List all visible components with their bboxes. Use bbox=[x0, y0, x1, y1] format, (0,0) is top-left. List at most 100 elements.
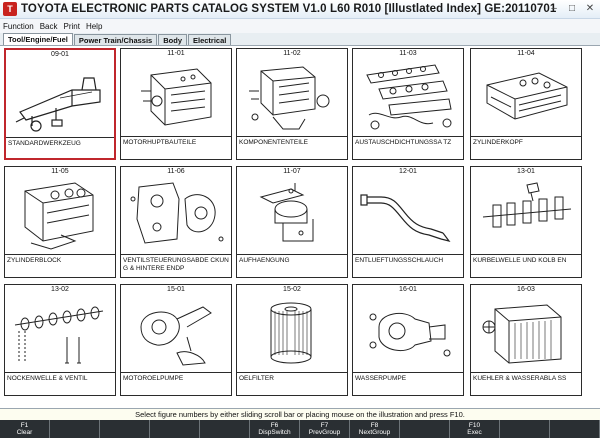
water-pump-icon[interactable] bbox=[359, 297, 457, 371]
menu-function[interactable]: Function bbox=[0, 22, 37, 31]
figure-code: 11-05 bbox=[51, 168, 69, 175]
function-key-label: DispSwitch bbox=[258, 429, 291, 436]
tab-strip: Tool/Engine/Fuel Power Train/Chassis Bod… bbox=[0, 33, 600, 46]
app-icon: T bbox=[3, 2, 17, 16]
oil-filter-icon[interactable] bbox=[243, 297, 341, 371]
function-key[interactable] bbox=[200, 420, 250, 438]
function-key[interactable]: F1 Clear bbox=[0, 420, 50, 438]
figure-code: 11-06 bbox=[167, 168, 185, 175]
function-key-code: F10 bbox=[468, 422, 481, 429]
figure-code: 11-03 bbox=[399, 50, 417, 57]
illustration-card[interactable]: 16-01 WASSERPUMPE bbox=[352, 284, 464, 396]
figure-label: OELFILTER bbox=[237, 372, 347, 383]
function-key[interactable] bbox=[400, 420, 450, 438]
camshaft-icon[interactable] bbox=[11, 297, 109, 371]
timing-cover-icon[interactable] bbox=[127, 179, 225, 253]
function-key[interactable]: F10 Exec bbox=[450, 420, 500, 438]
gasket-set-icon[interactable] bbox=[359, 61, 457, 135]
illustration-card[interactable]: 09-01 STANDARDWERKZEUG bbox=[4, 48, 116, 160]
figure-label: AUSTAUSCHDICHTUNGSSA TZ bbox=[353, 136, 463, 147]
figure-label: VENTILSTEUERUNGSABDE CKUNG & HINTERE END… bbox=[121, 254, 231, 273]
figure-code: 11-07 bbox=[283, 168, 301, 175]
figure-label: KURBELWELLE UND KOLB EN bbox=[471, 254, 581, 265]
illustration-card[interactable]: 11-03 AUSTAUSCHDICHTUNGSSA TZ bbox=[352, 48, 464, 160]
figure-label: MOTORHUPTBAUTEILE bbox=[121, 136, 231, 147]
function-key[interactable] bbox=[150, 420, 200, 438]
illustration-card[interactable]: 11-06 VENTILSTEUERUNGSABDE CKUNG & HINTER… bbox=[120, 166, 232, 278]
illustration-card[interactable]: 13-01 KURBELWELLE UND KOLB EN bbox=[470, 166, 582, 278]
radiator-icon[interactable] bbox=[477, 297, 575, 371]
function-key[interactable]: F7 PrevGroup bbox=[300, 420, 350, 438]
tab-tool-engine-fuel[interactable]: Tool/Engine/Fuel bbox=[3, 33, 73, 45]
function-key-code: F7 bbox=[320, 422, 329, 429]
function-key[interactable] bbox=[50, 420, 100, 438]
cylinder-block-icon[interactable] bbox=[11, 179, 109, 253]
function-key[interactable] bbox=[500, 420, 550, 438]
oil-pump-icon[interactable] bbox=[127, 297, 225, 371]
figure-code: 13-02 bbox=[51, 286, 69, 293]
figure-label: STANDARDWERKZEUG bbox=[6, 137, 114, 148]
figure-code: 11-04 bbox=[517, 50, 535, 57]
illustration-card[interactable]: 11-01 MOTORHUPTBAUTEILE bbox=[120, 48, 232, 160]
figure-code: 16-03 bbox=[517, 286, 535, 293]
figure-code: 15-01 bbox=[167, 286, 185, 293]
menu-help[interactable]: Help bbox=[83, 22, 105, 31]
illustration-card[interactable]: 15-02 OELFILTER bbox=[236, 284, 348, 396]
tab-body[interactable]: Body bbox=[158, 34, 187, 45]
illustration-card[interactable]: 12-01 ENTLUEFTUNGSSCHLAUCH bbox=[352, 166, 464, 278]
figure-label: ENTLUEFTUNGSSCHLAUCH bbox=[353, 254, 463, 265]
function-key-label: Exec bbox=[467, 429, 482, 436]
figure-label: KOMPONENTENTEILE bbox=[237, 136, 347, 147]
cylinder-head-icon[interactable] bbox=[477, 61, 575, 135]
illustration-card[interactable]: 13-02 NOCKENWELLE & VENTIL bbox=[4, 284, 116, 396]
function-key-label: NextGroup bbox=[358, 429, 391, 436]
function-key-bar: F1 Clear F6 DispSwitch F7 PrevGroup F8 NextGrou… bbox=[0, 420, 600, 438]
figure-code: 13-01 bbox=[517, 168, 535, 175]
illustration-card[interactable]: 11-05 ZYLINDERBLOCK bbox=[4, 166, 116, 278]
jack-icon[interactable] bbox=[12, 62, 110, 136]
window-controls: – □ ✕ bbox=[546, 2, 598, 16]
crankshaft-icon[interactable] bbox=[477, 179, 575, 253]
illustration-grid: 09-01 STANDARDWERKZEUG 11-01 MOTORHUPTBAUTE… bbox=[0, 46, 600, 408]
menu-print[interactable]: Print bbox=[60, 22, 82, 31]
function-key[interactable] bbox=[550, 420, 600, 438]
close-icon[interactable]: ✕ bbox=[582, 2, 598, 16]
title-bar: T TOYOTA ELECTRONIC PARTS CATALOG SYSTEM… bbox=[0, 0, 600, 19]
figure-label: NOCKENWELLE & VENTIL bbox=[5, 372, 115, 383]
minimize-icon[interactable]: – bbox=[546, 2, 562, 16]
function-key-code: F1 bbox=[20, 422, 29, 429]
illustration-card[interactable]: 11-02 KOMPONENTENTEILE bbox=[236, 48, 348, 160]
engine-components-icon[interactable] bbox=[243, 61, 341, 135]
illustration-card[interactable]: 15-01 MOTOROELPUMPE bbox=[120, 284, 232, 396]
figure-code: 11-01 bbox=[167, 50, 185, 57]
function-key-code: F8 bbox=[370, 422, 379, 429]
figure-code: 16-01 bbox=[399, 286, 417, 293]
figure-code: 11-02 bbox=[283, 50, 301, 57]
engine-mount-icon[interactable] bbox=[243, 179, 341, 253]
function-key[interactable]: F8 NextGroup bbox=[350, 420, 400, 438]
illustration-card[interactable]: 16-03 KUEHLER & WASSERABLA SS bbox=[470, 284, 582, 396]
figure-code: 12-01 bbox=[399, 168, 417, 175]
function-key-code: F6 bbox=[270, 422, 279, 429]
window-title: TOYOTA ELECTRONIC PARTS CATALOG SYSTEM V… bbox=[21, 3, 557, 15]
function-key[interactable]: F6 DispSwitch bbox=[250, 420, 300, 438]
engine-block-icon[interactable] bbox=[127, 61, 225, 135]
tab-power-train-chassis[interactable]: Power Train/Chassis bbox=[73, 34, 158, 45]
figure-label: WASSERPUMPE bbox=[353, 372, 463, 383]
menu-back[interactable]: Back bbox=[37, 22, 61, 31]
figure-label: ZYLINDERBLOCK bbox=[5, 254, 115, 265]
figure-code: 09-01 bbox=[51, 51, 69, 58]
function-key-label: Clear bbox=[16, 429, 33, 436]
figure-label: AUFHAENGUNG bbox=[237, 254, 347, 265]
illustration-card[interactable]: 11-04 ZYLINDERKOPF bbox=[470, 48, 582, 160]
tab-electrical[interactable]: Electrical bbox=[187, 34, 232, 45]
figure-label: KUEHLER & WASSERABLA SS bbox=[471, 372, 581, 383]
illustration-card[interactable]: 11-07 AUFHAENGUNG bbox=[236, 166, 348, 278]
maximize-icon[interactable]: □ bbox=[564, 2, 580, 16]
status-message: Select figure numbers by either sliding … bbox=[0, 408, 600, 420]
ventilation-hose-icon[interactable] bbox=[359, 179, 457, 253]
figure-code: 15-02 bbox=[283, 286, 301, 293]
function-key[interactable] bbox=[100, 420, 150, 438]
figure-label: ZYLINDERKOPF bbox=[471, 136, 581, 147]
figure-label: MOTOROELPUMPE bbox=[121, 372, 231, 383]
